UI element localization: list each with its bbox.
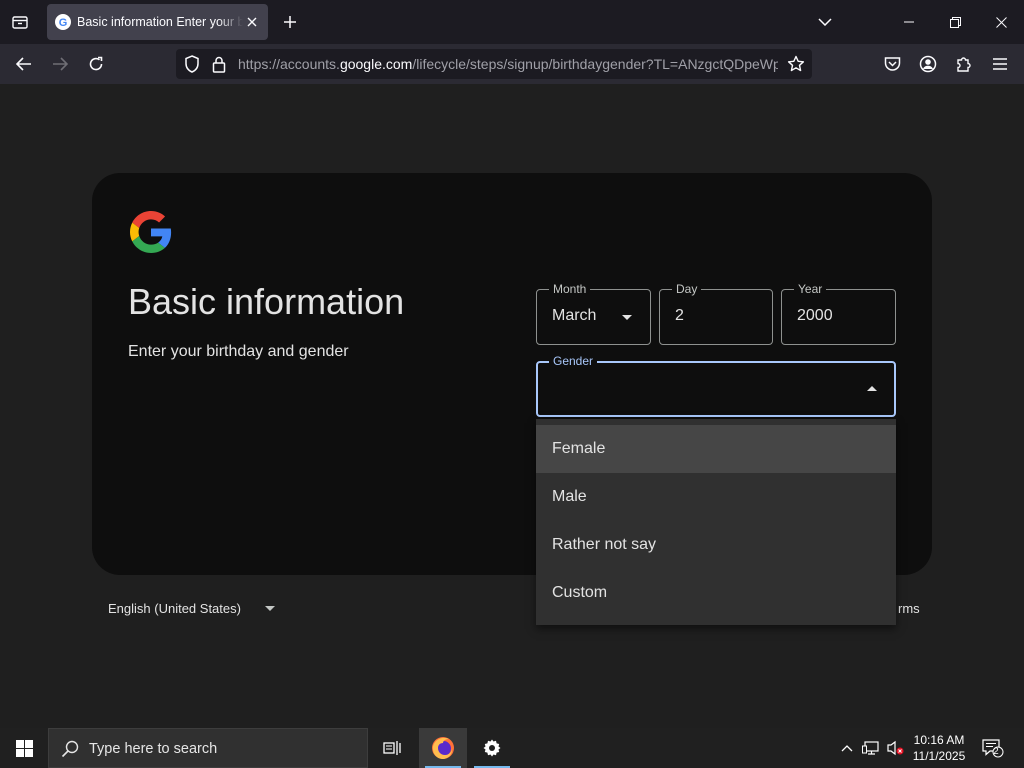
new-tab-icon[interactable] <box>278 10 302 34</box>
gender-option-custom[interactable]: Custom <box>536 569 896 617</box>
clock-time: 10:16 AM <box>913 733 965 747</box>
month-label: Month <box>549 281 591 297</box>
month-value: March <box>552 307 597 324</box>
restore-window-icon[interactable] <box>932 0 978 44</box>
language-selector[interactable]: English (United States) <box>108 601 241 616</box>
close-tab-icon[interactable] <box>244 14 260 30</box>
site-lock-icon[interactable] <box>212 55 226 78</box>
taskbar-clock[interactable]: 10:16 AM 11/1/2025 <box>908 732 970 764</box>
day-value: 2 <box>675 307 684 324</box>
account-icon[interactable] <box>914 50 942 78</box>
gender-option-female[interactable]: Female <box>536 425 896 473</box>
day-label: Day <box>672 281 702 297</box>
page-subtitle: Enter your birthday and gender <box>128 343 349 360</box>
year-field[interactable]: Year 2000 <box>781 281 896 345</box>
browser-tab-bar: G Basic information Enter your birthday … <box>0 0 1024 44</box>
gender-label: Gender <box>549 353 598 369</box>
gender-options-menu: Female Male Rather not say Custom <box>536 419 896 625</box>
notification-center-icon[interactable]: 2 <box>978 728 1008 768</box>
search-icon <box>61 740 79 763</box>
gender-option-male[interactable]: Male <box>536 473 896 521</box>
forward-arrow-icon[interactable] <box>46 50 74 78</box>
clock-date: 11/1/2025 <box>912 749 966 763</box>
year-value: 2000 <box>797 307 833 324</box>
taskbar-search-placeholder: Type here to search <box>89 741 218 757</box>
browser-tab-active[interactable]: G Basic information Enter your birthday … <box>47 4 268 40</box>
url-text[interactable]: https://accounts.google.com/lifecycle/st… <box>238 56 778 72</box>
month-select[interactable]: Month March <box>536 281 651 345</box>
notification-count-badge: 2 <box>993 746 999 757</box>
google-logo-icon <box>130 211 172 253</box>
bookmark-star-icon[interactable] <box>787 55 805 78</box>
menu-hamburger-icon[interactable] <box>986 50 1014 78</box>
windows-start-icon[interactable] <box>0 728 48 768</box>
google-favicon-icon: G <box>55 14 71 30</box>
back-arrow-icon[interactable] <box>10 50 38 78</box>
month-dropdown-caret-icon[interactable] <box>622 315 632 320</box>
reload-icon[interactable] <box>82 50 110 78</box>
tab-title: Basic information Enter your birthday an… <box>77 15 243 29</box>
gender-dropdown-caret-icon[interactable] <box>867 386 877 391</box>
page-content: Basic information Enter your birthday an… <box>0 84 1024 716</box>
year-label: Year <box>794 281 827 297</box>
terms-link[interactable]: rms <box>898 601 920 616</box>
day-field[interactable]: Day 2 <box>659 281 773 345</box>
gender-option-rather-not-say[interactable]: Rather not say <box>536 521 896 569</box>
firefox-taskbar-icon[interactable] <box>419 728 467 768</box>
network-icon[interactable] <box>860 728 882 768</box>
tracking-protection-shield-icon[interactable] <box>184 55 200 78</box>
show-hidden-icons-chevron-icon[interactable] <box>836 728 858 768</box>
volume-muted-icon[interactable] <box>884 728 906 768</box>
address-bar[interactable]: https://accounts.google.com/lifecycle/st… <box>176 49 812 79</box>
windows-taskbar: Type here to search 10:16 AM 11/1/2025 2 <box>0 728 1024 768</box>
pocket-icon[interactable] <box>878 50 906 78</box>
gender-select[interactable]: Gender <box>536 353 896 417</box>
list-all-tabs-chevron-icon[interactable] <box>812 10 838 34</box>
task-view-icon[interactable] <box>368 728 416 768</box>
tab-list-icon[interactable] <box>6 8 34 36</box>
svg-text:G: G <box>59 17 68 29</box>
language-dropdown-caret-icon[interactable] <box>265 606 275 611</box>
minimize-window-icon[interactable] <box>886 0 932 44</box>
close-window-icon[interactable] <box>978 0 1024 44</box>
browser-nav-bar: https://accounts.google.com/lifecycle/st… <box>0 44 1024 84</box>
taskbar-search-box[interactable]: Type here to search <box>48 728 368 768</box>
page-title: Basic information <box>128 281 405 322</box>
settings-gear-icon[interactable] <box>468 728 516 768</box>
extensions-puzzle-icon[interactable] <box>950 50 978 78</box>
